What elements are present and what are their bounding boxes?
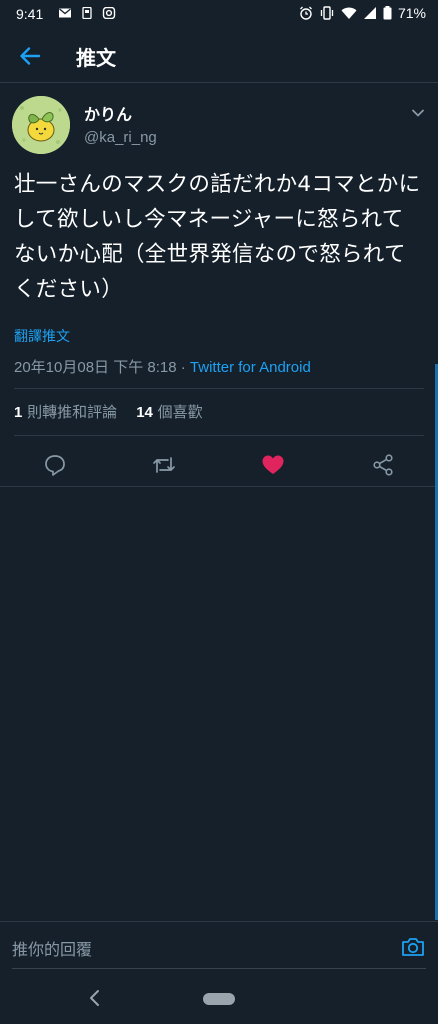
share-icon[interactable] bbox=[370, 452, 396, 478]
divider bbox=[0, 486, 438, 487]
vibrate-icon bbox=[320, 6, 334, 20]
page-title: 推文 bbox=[76, 46, 116, 70]
tweet-text: 壮一さんのマスクの話だれか4コマとかにして欲しいし今マネージャーに怒られてないか… bbox=[14, 172, 421, 302]
mail-icon bbox=[59, 8, 71, 18]
nav-back-icon[interactable] bbox=[86, 988, 104, 1008]
reply-input-underline bbox=[12, 968, 426, 969]
nav-home-pill[interactable] bbox=[203, 993, 235, 1005]
wifi-icon bbox=[341, 7, 357, 19]
user-handle: @ka_ri_ng bbox=[84, 129, 157, 146]
header: 推文 bbox=[0, 30, 438, 83]
sim-card-icon bbox=[82, 7, 92, 19]
avatar-image bbox=[12, 96, 70, 154]
reply-input[interactable]: 推你的回覆 bbox=[12, 936, 92, 960]
reply-icon[interactable] bbox=[42, 452, 68, 478]
like-icon[interactable] bbox=[260, 452, 286, 478]
tweet-meta: 20年10月08日 下午 8:18 · Twitter for Android bbox=[14, 356, 311, 377]
instagram-icon bbox=[102, 7, 116, 19]
likes-count: 14 bbox=[136, 404, 153, 421]
reply-bar: 推你的回覆 bbox=[0, 921, 438, 974]
tweet-timestamp: 20年10月08日 下午 8:18 · bbox=[14, 359, 190, 376]
arrow-left-icon[interactable] bbox=[16, 42, 44, 70]
retweets-label: 則轉推和評論 bbox=[22, 403, 118, 421]
retweet-icon[interactable] bbox=[151, 452, 177, 478]
system-nav-bar bbox=[0, 974, 438, 1024]
battery-icon bbox=[383, 6, 392, 20]
tweet-stats: 1 則轉推和評論 14 個喜歡 bbox=[14, 401, 203, 422]
status-bar: 9:41 71% bbox=[0, 0, 438, 30]
status-time: 9:41 bbox=[16, 6, 44, 22]
camera-icon[interactable] bbox=[400, 934, 426, 960]
status-right: 71% bbox=[299, 5, 426, 21]
alarm-icon bbox=[300, 6, 312, 20]
display-name[interactable]: かりん bbox=[84, 101, 132, 125]
translate-link[interactable]: 翻譯推文 bbox=[14, 326, 70, 346]
status-left-icons bbox=[58, 7, 116, 19]
tweet-actions bbox=[0, 446, 438, 486]
likes-label: 個喜歡 bbox=[152, 403, 203, 421]
signal-icon bbox=[363, 7, 376, 19]
retweets-stat[interactable]: 1 則轉推和評論 bbox=[14, 403, 117, 421]
chevron-down-icon[interactable] bbox=[410, 105, 426, 121]
likes-stat[interactable]: 14 個喜歡 bbox=[136, 403, 202, 421]
avatar[interactable] bbox=[12, 96, 70, 154]
divider bbox=[14, 388, 424, 389]
divider bbox=[14, 435, 424, 436]
tweet-source-link[interactable]: Twitter for Android bbox=[190, 359, 311, 376]
battery-percent: 71% bbox=[397, 5, 426, 21]
